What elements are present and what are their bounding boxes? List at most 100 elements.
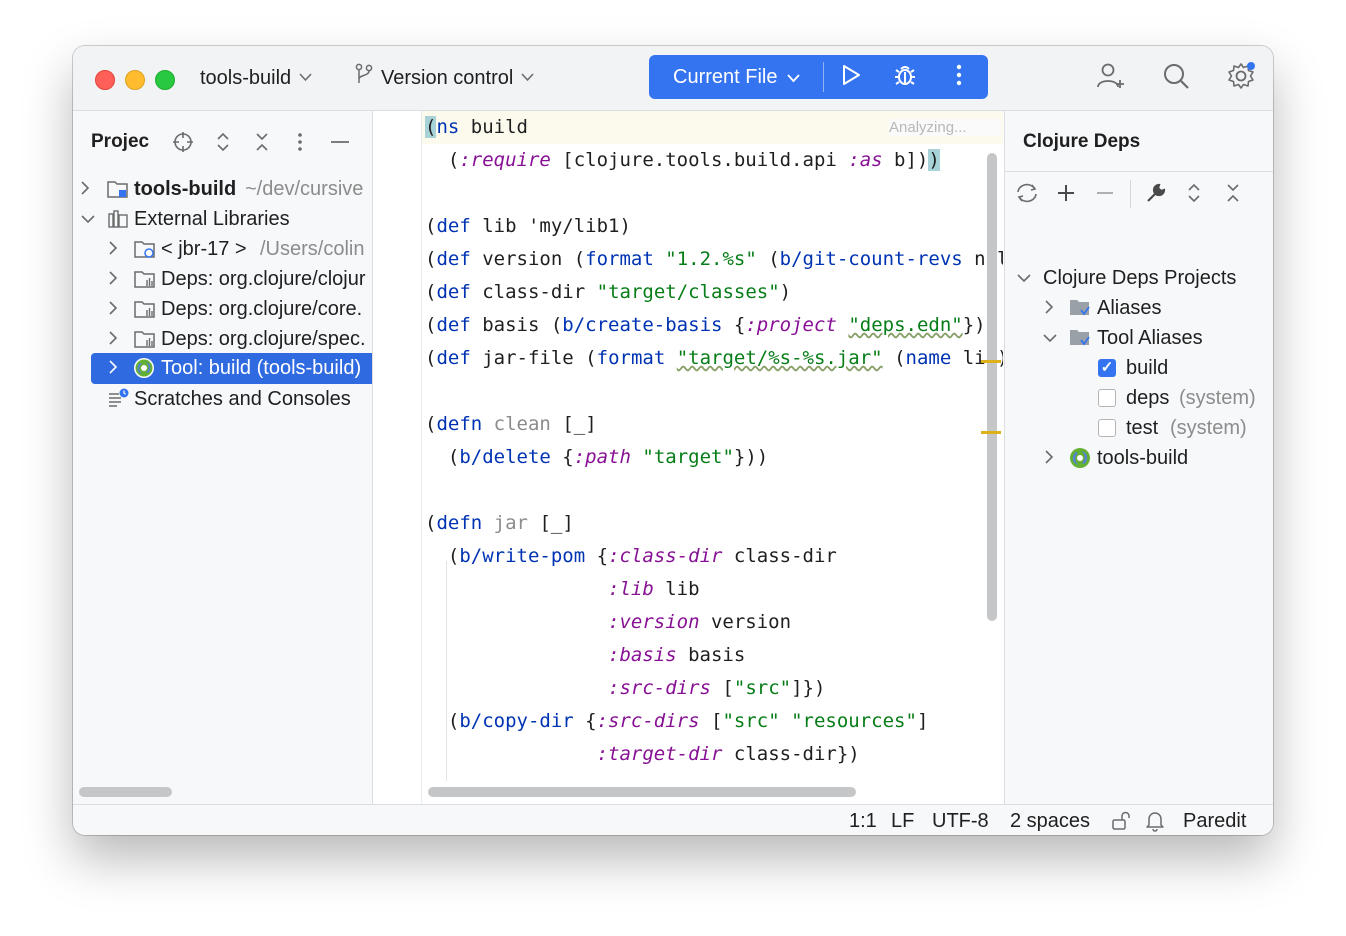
alias-checkbox[interactable]: ✓: [1098, 359, 1116, 377]
warning-stripe[interactable]: [981, 360, 1001, 363]
add-user-button[interactable]: [1095, 62, 1127, 94]
alias-item-build[interactable]: ✓ build: [1005, 353, 1273, 383]
tree-item-deps-core[interactable]: Deps: org.clojure/core.: [73, 294, 372, 324]
more-actions-button[interactable]: [932, 55, 986, 99]
tree-item-deps-spec[interactable]: Deps: org.clojure/spec.: [73, 324, 372, 354]
tree-item-jbr[interactable]: < jbr-17 > /Users/colin: [73, 234, 372, 264]
chevron-right-icon[interactable]: [81, 180, 95, 198]
alias-checkbox[interactable]: [1098, 389, 1116, 407]
horizontal-scrollbar[interactable]: [428, 787, 856, 797]
more-vertical-icon: [956, 64, 962, 91]
settings-button[interactable]: [1225, 61, 1257, 94]
expand-all-icon[interactable]: [210, 129, 236, 155]
run-config-selector[interactable]: Current File: [649, 66, 823, 89]
minimize-window-button[interactable]: [125, 70, 145, 90]
warning-stripe[interactable]: [981, 431, 1001, 434]
code-line: :src-dirs ["src"]}): [608, 677, 826, 699]
project-panel: Projec tools-build ~/dev/cursive Externa…: [73, 111, 373, 804]
vcs-selector[interactable]: Version control: [355, 63, 534, 92]
library-folder-icon: [134, 268, 156, 290]
bell-icon[interactable]: [1145, 810, 1165, 835]
search-icon: [1162, 62, 1190, 95]
search-button[interactable]: [1160, 62, 1192, 94]
tree-label: Tool: build (tools-build): [161, 357, 362, 379]
chevron-down-icon: [521, 64, 534, 92]
sdk-folder-icon: [134, 238, 156, 260]
code-line: (ns build: [425, 116, 528, 138]
close-window-button[interactable]: [95, 70, 115, 90]
code-line: (b/copy-dir {:src-dirs ["src" "resources…: [425, 710, 929, 732]
alias-checkbox[interactable]: [1098, 419, 1116, 437]
deps-tree-aliases[interactable]: Aliases: [1005, 293, 1273, 323]
chevron-right-icon[interactable]: [1045, 449, 1059, 467]
chevron-right-icon[interactable]: [109, 300, 123, 318]
vertical-scrollbar[interactable]: [987, 153, 997, 621]
file-encoding[interactable]: UTF-8: [932, 808, 989, 834]
run-button[interactable]: [824, 55, 878, 99]
project-selector[interactable]: tools-build: [200, 64, 312, 92]
code-line: (def version (format "1.2.%s" (b/git-cou…: [425, 248, 1003, 270]
zoom-window-button[interactable]: [155, 70, 175, 90]
chevron-down-icon: [299, 64, 312, 92]
code-line: :version version: [608, 611, 792, 633]
code-line: (b/delete {:path "target"})): [425, 446, 769, 468]
deps-tree-project[interactable]: tools-build: [1005, 443, 1273, 473]
scratches-icon: [107, 388, 129, 410]
chevron-down-icon[interactable]: [81, 211, 95, 227]
expand-all-icon[interactable]: [1181, 180, 1207, 206]
chevron-right-icon[interactable]: [1045, 299, 1059, 317]
tree-item-deps-clojure[interactable]: Deps: org.clojure/clojur: [73, 264, 372, 294]
plus-icon[interactable]: [1053, 180, 1079, 206]
deps-tree-root[interactable]: Clojure Deps Projects: [1005, 263, 1273, 293]
code-line: :basis basis: [608, 644, 746, 666]
minimize-panel-icon[interactable]: [327, 129, 353, 155]
collapse-all-icon[interactable]: [1220, 180, 1246, 206]
tree-item-external-libraries[interactable]: External Libraries: [73, 204, 372, 234]
alias-folder-icon: [1069, 327, 1091, 349]
library-folder-icon: [134, 328, 156, 350]
cursor-position[interactable]: 1:1: [849, 808, 877, 834]
chevron-down-icon[interactable]: [1043, 330, 1057, 346]
deps-tree-tool-aliases[interactable]: Tool Aliases: [1005, 323, 1273, 353]
alias-folder-icon: [1069, 297, 1091, 319]
library-folder-icon: [134, 298, 156, 320]
locate-icon[interactable]: [170, 129, 196, 155]
tree-item-scratches[interactable]: Scratches and Consoles: [73, 384, 372, 414]
run-config-label: Current File: [673, 65, 778, 88]
play-icon: [841, 64, 861, 91]
chevron-right-icon[interactable]: [109, 360, 123, 377]
tree-label: Clojure Deps Projects: [1043, 266, 1237, 289]
panel-title: Projec: [91, 131, 150, 152]
code-line: (def basis (b/create-basis {:project "de…: [425, 314, 998, 336]
clojure-deps-panel: Clojure Deps Clojure Deps Projects Alias…: [1004, 111, 1273, 804]
tree-item-tools-build[interactable]: tools-build ~/dev/cursive: [73, 174, 372, 204]
editor-gutter: [373, 111, 422, 804]
editing-mode[interactable]: Paredit: [1183, 808, 1246, 834]
tree-label: Aliases: [1097, 296, 1162, 319]
status-bar: 1:1 LF UTF-8 2 spaces Paredit: [73, 804, 1273, 835]
more-vertical-icon[interactable]: [287, 129, 313, 155]
chevron-right-icon[interactable]: [109, 330, 123, 348]
line-separator[interactable]: LF: [891, 808, 914, 834]
indent-setting[interactable]: 2 spaces: [1010, 808, 1090, 834]
code-editor[interactable]: Analyzing... (ns build (:require [clojur…: [373, 111, 1003, 804]
debug-button[interactable]: [878, 55, 932, 99]
horizontal-scrollbar[interactable]: [79, 787, 172, 797]
tree-label: Scratches and Consoles: [134, 387, 351, 410]
collapse-all-icon[interactable]: [249, 129, 275, 155]
code-line: (defn jar [_]: [425, 512, 574, 534]
wrench-icon[interactable]: [1143, 180, 1169, 206]
tree-label: Tool Aliases: [1097, 326, 1203, 349]
alias-item-deps[interactable]: deps (system): [1005, 383, 1273, 413]
vcs-label: Version control: [381, 67, 514, 89]
alias-item-test[interactable]: test (system): [1005, 413, 1273, 443]
minus-icon[interactable]: [1092, 180, 1118, 206]
chevron-right-icon[interactable]: [109, 270, 123, 288]
chevron-right-icon[interactable]: [109, 240, 123, 258]
chevron-down-icon[interactable]: [1017, 270, 1031, 286]
tree-item-tool-build[interactable]: Tool: build (tools-build): [91, 353, 372, 384]
bug-icon: [893, 63, 917, 92]
refresh-icon[interactable]: [1014, 180, 1040, 206]
unlock-icon[interactable]: [1111, 811, 1131, 835]
deps-toolbar: [1005, 171, 1273, 216]
